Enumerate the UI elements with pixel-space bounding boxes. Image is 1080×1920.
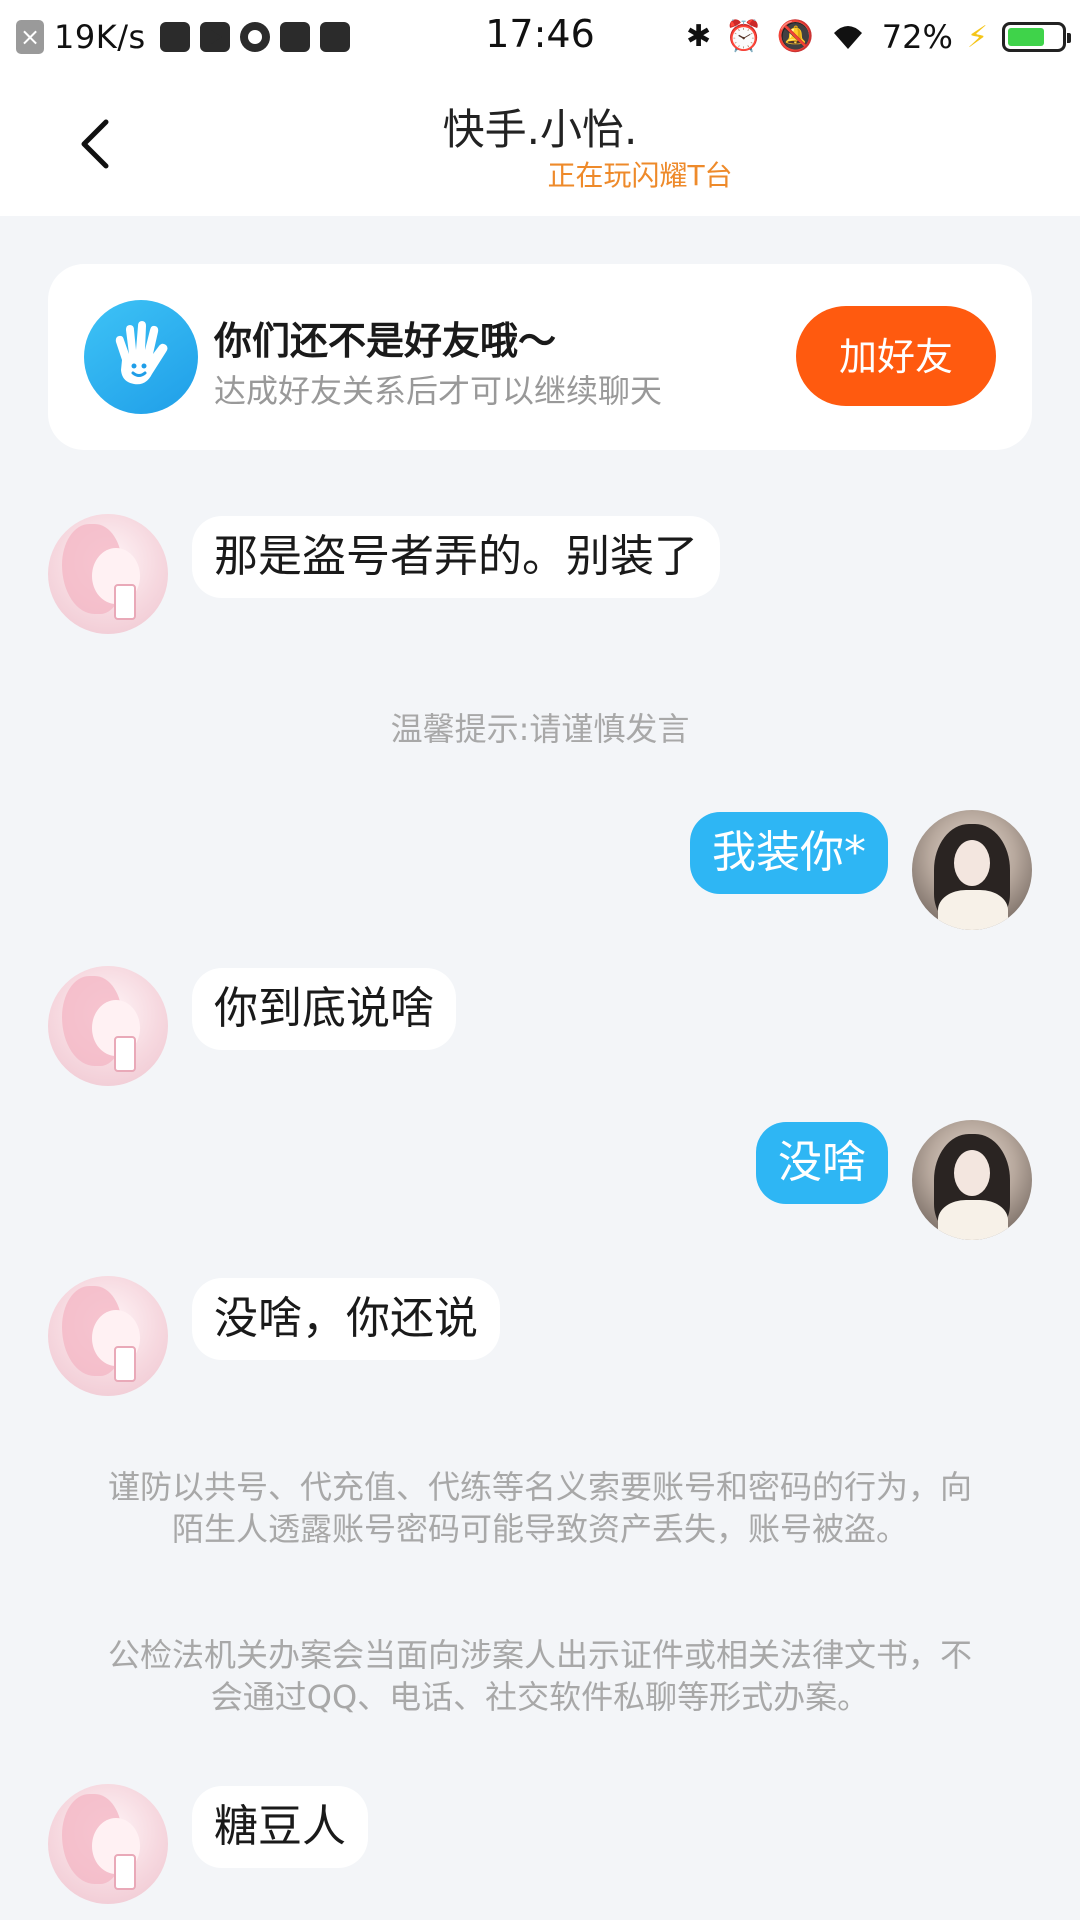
not-friend-title: 你们还不是好友哦～	[214, 319, 557, 363]
caution-tip: 温馨提示:请谨慎发言	[390, 710, 690, 748]
my-avatar[interactable]	[912, 1120, 1032, 1240]
wave-hand-icon	[84, 300, 198, 414]
wifi-icon	[828, 19, 868, 55]
charging-bolt-icon: ⚡	[966, 19, 988, 55]
alarm-icon: ⏰	[725, 19, 763, 54]
contact-avatar[interactable]	[48, 966, 168, 1086]
chat-title[interactable]: 快手.小怡.	[0, 96, 1080, 157]
incoming-message[interactable]: 没啥，你还说	[192, 1278, 500, 1360]
battery-icon	[1002, 22, 1071, 52]
law-notice: 公检法机关办案会当面向涉案人出示证件或相关法律文书，不会通过QQ、电话、社交软件…	[107, 1636, 972, 1716]
add-friend-button[interactable]: 加好友	[796, 306, 996, 406]
security-notice: 谨防以共号、代充值、代练等名义索要账号和密码的行为，向陌生人透露账号密码可能导致…	[107, 1468, 972, 1548]
incoming-message[interactable]: 那是盗号者弄的。别装了	[192, 516, 720, 598]
status-right: ✱ ⏰ 🔕 72% ⚡	[685, 14, 1071, 60]
mute-bell-icon: 🔕	[776, 19, 814, 54]
status-bar: × 19K/s 17:46 ✱ ⏰ 🔕 72% ⚡	[0, 0, 1080, 74]
nav-bar: 快手.小怡. 正在玩闪耀T台	[0, 74, 1080, 216]
bluetooth-icon: ✱	[685, 19, 712, 54]
my-avatar[interactable]	[912, 810, 1032, 930]
contact-avatar[interactable]	[48, 514, 168, 634]
playing-status: 正在玩闪耀T台	[547, 159, 733, 192]
contact-avatar[interactable]	[48, 1276, 168, 1396]
outgoing-message[interactable]: 没啥	[756, 1122, 888, 1204]
incoming-message[interactable]: 糖豆人	[192, 1786, 368, 1868]
battery-percent: 72%	[881, 18, 953, 56]
not-friend-description: 达成好友关系后才可以继续聊天	[214, 372, 663, 410]
not-friend-card: 你们还不是好友哦～ 达成好友关系后才可以继续聊天 加好友	[48, 264, 1032, 450]
chat-screen: × 19K/s 17:46 ✱ ⏰ 🔕 72% ⚡ 快手.小怡. 正在玩闪耀T台…	[0, 0, 1080, 1920]
contact-avatar[interactable]	[48, 1784, 168, 1904]
outgoing-message[interactable]: 我装你*	[690, 812, 888, 894]
incoming-message[interactable]: 你到底说啥	[192, 968, 456, 1050]
